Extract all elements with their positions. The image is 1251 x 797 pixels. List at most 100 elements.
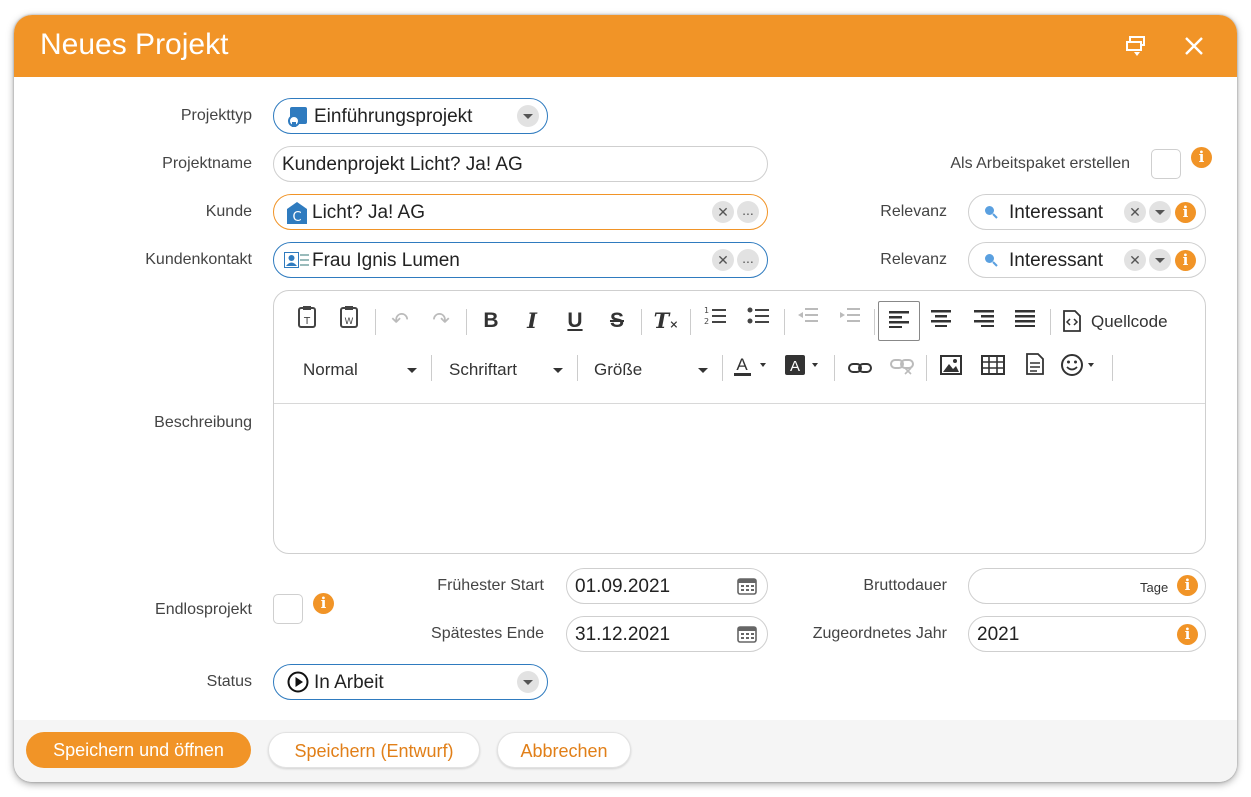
projekttyp-select[interactable]: Einführungsprojekt: [273, 98, 548, 134]
zugeordnetes-jahr-value: 2021: [977, 624, 1020, 645]
svg-text:W: W: [345, 317, 354, 327]
text-color-icon[interactable]: A: [730, 353, 774, 385]
relevanz-label: Relevanz: [880, 203, 947, 220]
relevanz-value: Interessant: [1009, 250, 1103, 271]
customer-icon: C: [286, 201, 308, 231]
undo-icon[interactable]: ↶: [384, 305, 416, 337]
info-icon[interactable]: i: [1191, 147, 1212, 168]
projekttyp-value: Einführungsprojekt: [314, 106, 473, 127]
clear-icon[interactable]: ✕: [1124, 249, 1146, 271]
kunde-input[interactable]: C Licht? Ja! AG ✕ ...: [273, 194, 768, 230]
kundenkontakt-input[interactable]: Frau Ignis Lumen ✕ ...: [273, 242, 768, 278]
arbeitspaket-label: Als Arbeitspaket erstellen: [950, 155, 1130, 172]
spaetestes-ende-value: 31.12.2021: [575, 624, 671, 645]
kunde-label: Kunde: [205, 203, 252, 220]
projektname-input[interactable]: Kundenprojekt Licht? Ja! AG: [273, 146, 768, 182]
clear-icon[interactable]: ✕: [1124, 201, 1146, 223]
align-center-icon[interactable]: [925, 305, 957, 337]
dialog-title: Neues Projekt: [40, 28, 229, 61]
redo-icon[interactable]: ↷: [425, 305, 457, 337]
svg-text:A: A: [736, 355, 748, 374]
paste-text-icon[interactable]: T: [292, 305, 324, 337]
arbeitspaket-checkbox[interactable]: [1151, 149, 1181, 179]
save-draft-button[interactable]: Speichern (Entwurf): [268, 732, 480, 768]
font-select[interactable]: Schriftart: [449, 360, 517, 380]
source-code-icon[interactable]: [1062, 310, 1082, 337]
save-and-open-button[interactable]: Speichern und öffnen: [26, 732, 251, 768]
chevron-down-icon[interactable]: [517, 671, 539, 693]
align-left-icon[interactable]: [878, 301, 920, 341]
align-justify-icon[interactable]: [1009, 305, 1041, 337]
status-select[interactable]: In Arbeit: [273, 664, 548, 700]
chevron-down-icon[interactable]: [1149, 201, 1171, 223]
relevanz-select[interactable]: Interessant ✕ i: [968, 194, 1206, 230]
more-button[interactable]: ...: [737, 201, 759, 223]
chevron-down-icon[interactable]: [698, 368, 708, 373]
svg-text:A: A: [790, 358, 800, 375]
relevanz-label: Relevanz: [880, 251, 947, 268]
projekttyp-label: Projekttyp: [180, 107, 252, 124]
table-icon[interactable]: [977, 353, 1009, 385]
endlosprojekt-checkbox[interactable]: [273, 594, 303, 624]
template-icon[interactable]: [1019, 353, 1051, 385]
chevron-down-icon[interactable]: [1149, 249, 1171, 271]
chevron-down-icon[interactable]: [407, 368, 417, 373]
indent-icon[interactable]: [834, 305, 866, 337]
info-icon[interactable]: i: [1177, 575, 1198, 596]
underline-icon[interactable]: U: [559, 305, 591, 337]
outdent-icon[interactable]: [792, 305, 824, 337]
endlosprojekt-label: Endlosprojekt: [155, 601, 252, 618]
fruehester-start-value: 01.09.2021: [575, 576, 671, 597]
chevron-down-icon[interactable]: [517, 105, 539, 127]
zugeordnetes-jahr-label: Zugeordnetes Jahr: [812, 625, 947, 642]
calendar-icon[interactable]: [737, 625, 757, 649]
info-icon[interactable]: i: [1175, 202, 1196, 223]
kunde-value: Licht? Ja! AG: [312, 202, 426, 223]
align-right-icon[interactable]: [968, 305, 1000, 337]
numbered-list-icon[interactable]: 12: [699, 305, 731, 337]
bold-icon[interactable]: B: [475, 305, 507, 337]
info-icon[interactable]: i: [1175, 250, 1196, 271]
bullet-list-icon[interactable]: [742, 305, 774, 337]
kundenkontakt-value: Frau Ignis Lumen: [312, 250, 460, 271]
background-color-icon[interactable]: A: [782, 353, 826, 385]
emoji-icon[interactable]: [1059, 353, 1103, 385]
editor-toolbar: T W ↶ ↷ B I U S T× 12 Quellcode Normal S…: [274, 291, 1205, 404]
cancel-button[interactable]: Abbrechen: [497, 732, 631, 768]
info-icon[interactable]: i: [313, 593, 334, 614]
spaetestes-ende-label: Spätestes Ende: [431, 625, 544, 642]
link-icon[interactable]: [844, 353, 876, 385]
bruttodauer-input[interactable]: Tage i: [968, 568, 1206, 604]
relevanz-select[interactable]: Interessant ✕ i: [968, 242, 1206, 278]
projektname-value: Kundenprojekt Licht? Ja! AG: [282, 154, 523, 175]
paste-word-icon[interactable]: W: [334, 305, 366, 337]
clear-icon[interactable]: ✕: [712, 201, 734, 223]
format-select[interactable]: Normal: [303, 360, 358, 380]
size-select[interactable]: Größe: [594, 360, 642, 380]
zugeordnetes-jahr-input[interactable]: 2021 i: [968, 616, 1206, 652]
italic-icon[interactable]: I: [516, 305, 548, 337]
remove-format-icon[interactable]: T×: [650, 305, 682, 337]
svg-text:1: 1: [704, 306, 709, 315]
strikethrough-icon[interactable]: S: [601, 305, 633, 337]
spaetestes-ende-input[interactable]: 31.12.2021: [566, 616, 768, 652]
calendar-icon[interactable]: [737, 577, 757, 601]
chevron-down-icon[interactable]: [553, 368, 563, 373]
magnifier-icon: [983, 204, 999, 226]
beschreibung-label: Beschreibung: [154, 414, 252, 431]
relevanz-value: Interessant: [1009, 202, 1103, 223]
fruehester-start-input[interactable]: 01.09.2021: [566, 568, 768, 604]
dialog-titlebar: Neues Projekt: [14, 15, 1237, 77]
info-icon[interactable]: i: [1177, 624, 1198, 645]
more-button[interactable]: ...: [737, 249, 759, 271]
kundenkontakt-label: Kundenkontakt: [145, 251, 252, 268]
image-icon[interactable]: [935, 353, 967, 385]
clear-icon[interactable]: ✕: [712, 249, 734, 271]
svg-text:2: 2: [704, 317, 709, 326]
restore-window-icon[interactable]: [1124, 33, 1150, 59]
contact-card-icon: [284, 252, 310, 276]
close-icon[interactable]: [1181, 33, 1207, 59]
source-code-button[interactable]: Quellcode: [1091, 312, 1168, 332]
play-icon: [287, 671, 309, 699]
unlink-icon[interactable]: [886, 353, 918, 385]
